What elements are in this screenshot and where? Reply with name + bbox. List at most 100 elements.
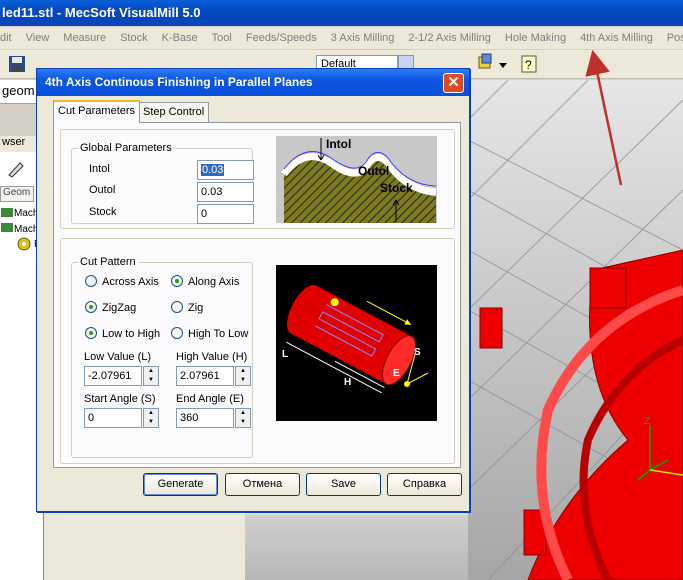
- pen-icon[interactable]: [6, 160, 26, 178]
- outol-value: 0.03: [201, 186, 223, 198]
- cut-params-dialog: 4th Axis Continous Finishing in Parallel…: [36, 68, 470, 512]
- outol-label: Outol: [89, 184, 116, 196]
- spin-down-icon[interactable]: ▼: [144, 418, 158, 427]
- spin-up-icon[interactable]: ▲: [236, 409, 250, 418]
- spin-up-icon[interactable]: ▲: [144, 409, 158, 418]
- start-angle-field[interactable]: 0: [84, 408, 142, 428]
- help-icon[interactable]: ?: [520, 55, 538, 73]
- help-button-label: Справка: [402, 478, 447, 490]
- high-value-label: High Value (H): [176, 351, 248, 363]
- tab-geom-label: Geom: [3, 187, 31, 198]
- dropdown-arrow-icon[interactable]: [498, 56, 508, 74]
- global-parameters-legend: Global Parameters: [78, 142, 174, 154]
- spin-up-icon[interactable]: ▲: [144, 367, 158, 376]
- radio-along-axis[interactable]: Along Axis: [171, 275, 239, 288]
- high-value-field[interactable]: 2.07961: [176, 366, 234, 386]
- radio-across-axis-label: Across Axis: [102, 276, 159, 288]
- diagram-stock-label: Stock: [380, 181, 413, 195]
- tree-item-machine-1[interactable]: Mach: [14, 208, 38, 219]
- generate-button-label: Generate: [157, 478, 204, 490]
- cancel-button[interactable]: Отмена: [225, 473, 300, 496]
- radio-zigzag[interactable]: ZigZag: [85, 301, 136, 314]
- radio-low-to-high-dot: [85, 327, 97, 339]
- low-value-spinner[interactable]: ▲ ▼: [143, 366, 159, 386]
- save-icon[interactable]: [8, 55, 26, 73]
- diagram-h-label: H: [344, 377, 351, 388]
- radio-zigzag-label: ZigZag: [102, 302, 137, 314]
- spin-down-icon[interactable]: ▼: [144, 376, 158, 385]
- diagram-outol-label: Outol: [358, 164, 389, 178]
- stock-field[interactable]: 0: [197, 204, 254, 224]
- svg-text:?: ?: [525, 58, 532, 72]
- spin-down-icon[interactable]: ▼: [236, 418, 250, 427]
- tab-cut-parameters-label: Cut Parameters: [58, 105, 136, 117]
- end-angle-text: 360: [180, 412, 199, 424]
- end-angle-spinner[interactable]: ▲ ▼: [235, 408, 251, 428]
- spin-up-icon[interactable]: ▲: [236, 367, 250, 376]
- start-angle-spinner[interactable]: ▲ ▼: [143, 408, 159, 428]
- tab-step-control-label: Step Control: [143, 106, 205, 118]
- viewport-axis-z-label: Z: [644, 416, 650, 427]
- radio-low-to-high-label: Low to High: [102, 328, 161, 340]
- radio-across-axis-dot: [85, 275, 97, 287]
- high-value-spinner[interactable]: ▲ ▼: [235, 366, 251, 386]
- close-icon[interactable]: ✕: [443, 73, 464, 93]
- graphics-viewport[interactable]: Z: [468, 80, 683, 580]
- menu-kbase[interactable]: K-Base: [155, 32, 205, 44]
- dialog-title-bar[interactable]: 4th Axis Continous Finishing in Parallel…: [37, 69, 469, 96]
- intol-value: 0.03: [201, 164, 225, 176]
- cut-pattern-legend: Cut Pattern: [78, 256, 138, 268]
- outol-field[interactable]: 0.03: [197, 182, 254, 202]
- start-angle-text: 0: [88, 412, 95, 424]
- object-icon[interactable]: [476, 53, 494, 71]
- end-angle-field[interactable]: 360: [176, 408, 234, 428]
- menu-stock[interactable]: Stock: [113, 32, 155, 44]
- tab-cut-parameters[interactable]: Cut Parameters: [53, 100, 141, 123]
- stock-label: Stock: [89, 206, 117, 218]
- app-title: led11.stl - MecSoft VisualMill 5.0: [2, 5, 201, 20]
- high-value-text: 2.07961: [180, 370, 220, 382]
- tree-item-machine-2[interactable]: Mach: [14, 224, 38, 235]
- left-panel-header-label: geom: [2, 83, 35, 98]
- intol-field[interactable]: 0.03: [197, 160, 254, 180]
- menu-3-axis-milling[interactable]: 3 Axis Milling: [324, 32, 402, 44]
- radio-zig[interactable]: Zig: [171, 301, 203, 314]
- viewport-bottom-strip: [245, 515, 468, 580]
- low-value-text: -2.07961: [88, 370, 132, 382]
- menu-edit[interactable]: dit: [0, 32, 19, 44]
- end-angle-label: End Angle (E): [176, 393, 244, 405]
- tab-geom[interactable]: Geom: [0, 186, 34, 202]
- spin-down-icon[interactable]: ▼: [236, 376, 250, 385]
- menu-tool[interactable]: Tool: [205, 32, 239, 44]
- tolerance-diagram: Intol Outol Stock: [276, 136, 437, 223]
- low-value-field[interactable]: -2.07961: [84, 366, 142, 386]
- radio-zigzag-dot: [85, 301, 97, 313]
- cancel-button-label: Отмена: [242, 478, 283, 490]
- diagram-l-label: L: [282, 349, 288, 360]
- menu-view[interactable]: View: [19, 32, 57, 44]
- stock-value: 0: [201, 208, 208, 220]
- gear-icon: [17, 237, 31, 251]
- help-button[interactable]: Справка: [387, 473, 462, 496]
- intol-label: Intol: [89, 163, 110, 175]
- radio-low-to-high[interactable]: Low to High: [85, 327, 160, 340]
- menu-2-half-axis-milling[interactable]: 2-1/2 Axis Milling: [401, 32, 498, 44]
- save-button-label: Save: [330, 478, 357, 490]
- diagram-s-label: S: [414, 347, 421, 358]
- radio-across-axis[interactable]: Across Axis: [85, 275, 159, 288]
- generate-button[interactable]: Generate: [143, 473, 218, 496]
- dialog-title: 4th Axis Continous Finishing in Parallel…: [45, 75, 313, 89]
- radio-zig-dot: [171, 301, 183, 313]
- tab-step-control[interactable]: Step Control: [138, 102, 210, 122]
- diagram-e-label: E: [393, 368, 400, 379]
- menu-4th-axis-milling[interactable]: 4th Axis Milling: [573, 32, 660, 44]
- menu-measure[interactable]: Measure: [56, 32, 113, 44]
- save-button[interactable]: Save: [306, 473, 381, 496]
- menu-hole-making[interactable]: Hole Making: [498, 32, 573, 44]
- menu-feeds-speeds[interactable]: Feeds/Speeds: [239, 32, 324, 44]
- radio-along-axis-dot: [171, 275, 183, 287]
- menu-post-process[interactable]: Post Pro: [660, 32, 683, 44]
- app-title-bar: led11.stl - MecSoft VisualMill 5.0: [0, 0, 683, 26]
- radio-high-to-low[interactable]: High To Low: [171, 327, 248, 340]
- radio-along-axis-label: Along Axis: [188, 276, 240, 288]
